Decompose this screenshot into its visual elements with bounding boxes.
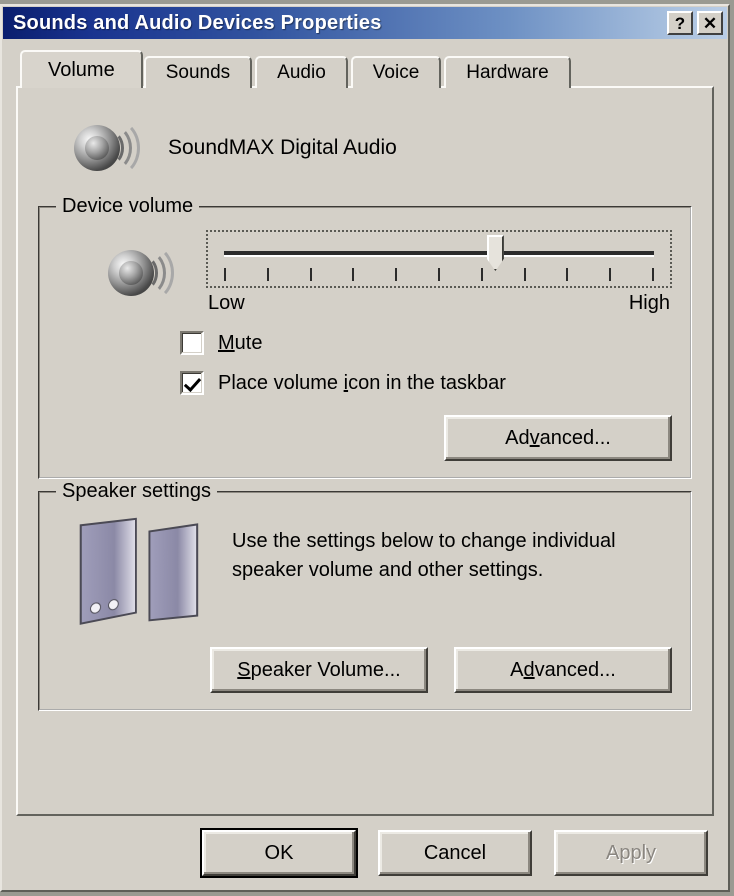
speaker-cone-icon: [106, 243, 174, 302]
speaker-advanced-button[interactable]: Ad vanced...: [454, 647, 672, 693]
speaker-settings-group: Speaker settings Use the settings below …: [38, 480, 692, 711]
speaker-settings-body: Use the settings below to change individ…: [58, 515, 672, 625]
help-button[interactable]: ?: [667, 11, 693, 35]
volume-slider[interactable]: [206, 230, 672, 288]
device-volume-group: Device volume Low High Mute Place volume…: [38, 195, 692, 479]
volume-slider-row: Low High: [58, 230, 672, 315]
slider-high-label: High: [628, 292, 670, 314]
tab-audio[interactable]: Audio: [255, 56, 348, 88]
device-advanced-row: Ad v anced...: [58, 415, 672, 461]
apply-button: Apply: [554, 830, 708, 876]
speaker-volume-after: peaker Volume...: [250, 658, 401, 681]
speaker-volume-accelerator: S: [237, 658, 251, 681]
properties-dialog-window: Sounds and Audio Devices Properties ? ✕ …: [0, 4, 730, 892]
taskbar-icon-label: Place volume icon in the taskbar: [218, 372, 506, 395]
slider-thumb[interactable]: [486, 235, 504, 271]
slider-track: [224, 251, 654, 257]
speaker-settings-group-title: Speaker settings: [56, 480, 217, 503]
mute-label: Mute: [218, 332, 262, 355]
dialog-button-row: OK Cancel Apply: [2, 816, 728, 890]
device-advanced-after: anced...: [539, 426, 611, 449]
ok-button[interactable]: OK: [200, 828, 358, 878]
slider-low-label: Low: [208, 292, 245, 314]
window-title: Sounds and Audio Devices Properties: [13, 11, 382, 34]
device-advanced-button[interactable]: Ad v anced...: [444, 415, 672, 461]
speaker-description-line2: speaker volume and other settings.: [232, 559, 544, 581]
taskbar-icon-checkbox-row[interactable]: Place volume icon in the taskbar: [58, 371, 672, 395]
tab-hardware[interactable]: Hardware: [444, 56, 571, 88]
tab-volume[interactable]: Volume: [20, 50, 143, 88]
slider-ticks: [224, 268, 654, 281]
slider-range-labels: Low High: [206, 292, 672, 315]
tab-voice[interactable]: Voice: [350, 56, 442, 88]
device-advanced-before: Ad: [505, 426, 530, 449]
desktop-speakers-icon: [74, 515, 210, 625]
speaker-advanced-before: A: [510, 658, 524, 681]
volume-slider-block: Low High: [206, 230, 672, 315]
speaker-settings-description: Use the settings below to change individ…: [232, 527, 616, 585]
tab-sounds[interactable]: Sounds: [143, 56, 253, 88]
speaker-cone-icon: [72, 119, 140, 177]
speaker-advanced-after: vanced...: [534, 658, 616, 681]
device-volume-group-title: Device volume: [56, 195, 200, 218]
mute-accelerator: M: [218, 331, 235, 354]
tab-strip: Volume Sounds Audio Voice Hardware: [20, 50, 728, 88]
taskbar-label-before: Place volume: [218, 371, 344, 394]
taskbar-label-after: con in the taskbar: [348, 371, 506, 394]
close-button[interactable]: ✕: [697, 11, 723, 35]
mute-label-rest: ute: [234, 331, 263, 354]
title-bar: Sounds and Audio Devices Properties ? ✕: [3, 7, 727, 39]
device-advanced-accelerator: v: [529, 426, 540, 449]
device-header: SoundMAX Digital Audio: [34, 102, 696, 194]
cancel-button[interactable]: Cancel: [378, 830, 532, 876]
device-name-label: SoundMAX Digital Audio: [168, 136, 397, 159]
mute-checkbox-row[interactable]: Mute: [58, 331, 672, 355]
mute-checkbox[interactable]: [180, 331, 204, 355]
taskbar-icon-checkbox[interactable]: [180, 371, 204, 395]
speaker-volume-button[interactable]: Speaker Volume...: [210, 647, 428, 693]
volume-tab-panel: SoundMAX Digital Audio Device volume Low…: [16, 86, 714, 816]
speaker-advanced-accelerator: d: [523, 658, 535, 681]
speaker-settings-button-row: Speaker Volume... Ad vanced...: [58, 647, 672, 693]
speaker-description-line1: Use the settings below to change individ…: [232, 530, 616, 552]
